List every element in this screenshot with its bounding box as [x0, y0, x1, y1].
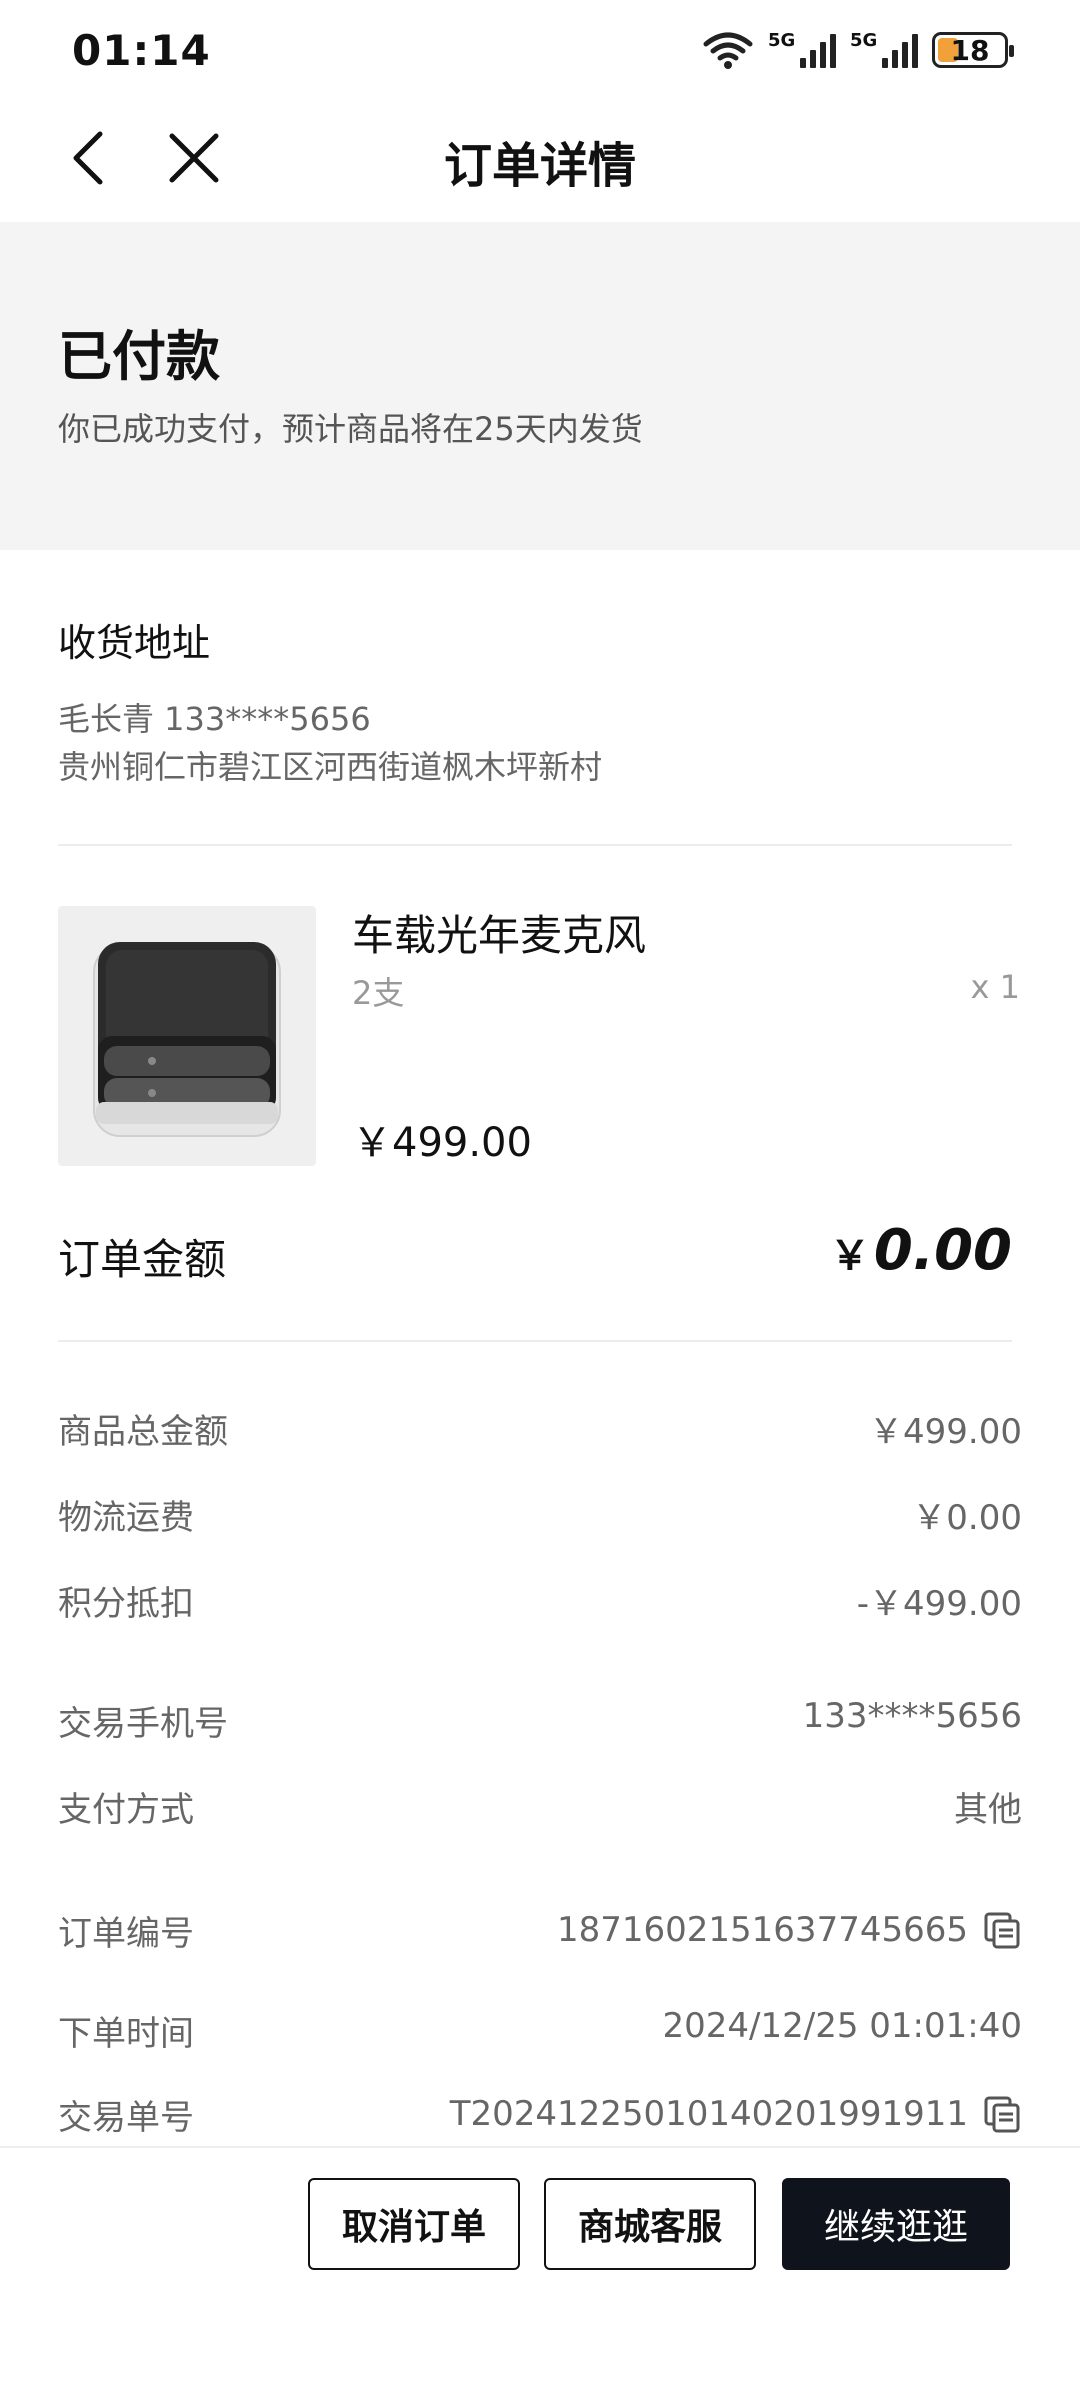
- product-quantity: x 1: [970, 968, 1020, 1006]
- status-time: 01:14: [72, 26, 211, 75]
- order-amount-value: ￥0.00: [830, 1218, 1012, 1283]
- customer-service-button[interactable]: 商城客服: [544, 2178, 756, 2270]
- detail-value-order-time: 2024/12/25 01:01:40: [662, 2006, 1022, 2046]
- product-name[interactable]: 车载光年麦克风: [352, 902, 646, 963]
- nav-bar: 订单详情: [0, 100, 1080, 222]
- detail-label-order-id: 订单编号: [58, 1914, 194, 1954]
- currency-symbol: ￥: [829, 1233, 870, 1279]
- detail-value-phone: 133****5656: [802, 1696, 1022, 1736]
- order-amount-label: 订单金额: [58, 1235, 227, 1284]
- address-name-phone: 毛长青 133****5656: [58, 700, 371, 738]
- address-title: 收货地址: [58, 621, 211, 665]
- order-status-banner: 已付款 你已成功支付，预计商品将在25天内发货: [0, 222, 1080, 550]
- order-status-description: 你已成功支付，预计商品将在25天内发货: [58, 410, 643, 448]
- status-bar: 01:14 5G 5G 18: [0, 0, 1080, 100]
- signal-icon: 5G: [850, 30, 918, 68]
- signal-icon: 5G: [768, 30, 836, 68]
- product-image[interactable]: [58, 906, 316, 1166]
- copy-icon[interactable]: [982, 1910, 1022, 1950]
- continue-shopping-button[interactable]: 继续逛逛: [782, 2178, 1010, 2270]
- product-price: ￥499.00: [352, 1120, 532, 1166]
- detail-value-payment: 其他: [954, 1790, 1022, 1830]
- detail-label-payment: 支付方式: [58, 1790, 194, 1830]
- order-amount-number: 0.00: [873, 1218, 1012, 1283]
- cancel-order-button[interactable]: 取消订单: [308, 2178, 520, 2270]
- detail-label-order-time: 下单时间: [58, 2014, 194, 2054]
- detail-value-shipping: ￥0.00: [912, 1498, 1022, 1538]
- detail-value-subtotal: ￥499.00: [869, 1412, 1022, 1452]
- page-title: 订单详情: [443, 138, 636, 194]
- status-icons: 5G 5G 18: [702, 28, 1014, 72]
- battery-level: 18: [950, 33, 990, 67]
- detail-value-order-id: 1871602151637745665: [557, 1910, 1022, 1950]
- detail-value-points: -￥499.00: [856, 1584, 1022, 1624]
- copy-icon[interactable]: [982, 2094, 1022, 2134]
- divider: [58, 1340, 1012, 1342]
- address-detail: 贵州铜仁市碧江区河西街道枫木坪新村: [58, 748, 603, 786]
- product-spec: 2支: [352, 974, 405, 1012]
- detail-value-transaction-id: T20241225010140201991911: [450, 2094, 1022, 2134]
- detail-label-shipping: 物流运费: [58, 1498, 194, 1538]
- divider: [58, 844, 1012, 846]
- detail-label-points: 积分抵扣: [58, 1584, 194, 1624]
- wifi-icon: [703, 32, 753, 69]
- detail-label-phone: 交易手机号: [58, 1704, 228, 1744]
- bottom-action-bar: 取消订单 商城客服 继续逛逛: [0, 2146, 1080, 2400]
- detail-label-subtotal: 商品总金额: [58, 1412, 228, 1452]
- order-status-title: 已付款: [58, 325, 220, 388]
- detail-label-transaction-id: 交易单号: [58, 2098, 194, 2138]
- battery-icon: 18: [932, 32, 1014, 68]
